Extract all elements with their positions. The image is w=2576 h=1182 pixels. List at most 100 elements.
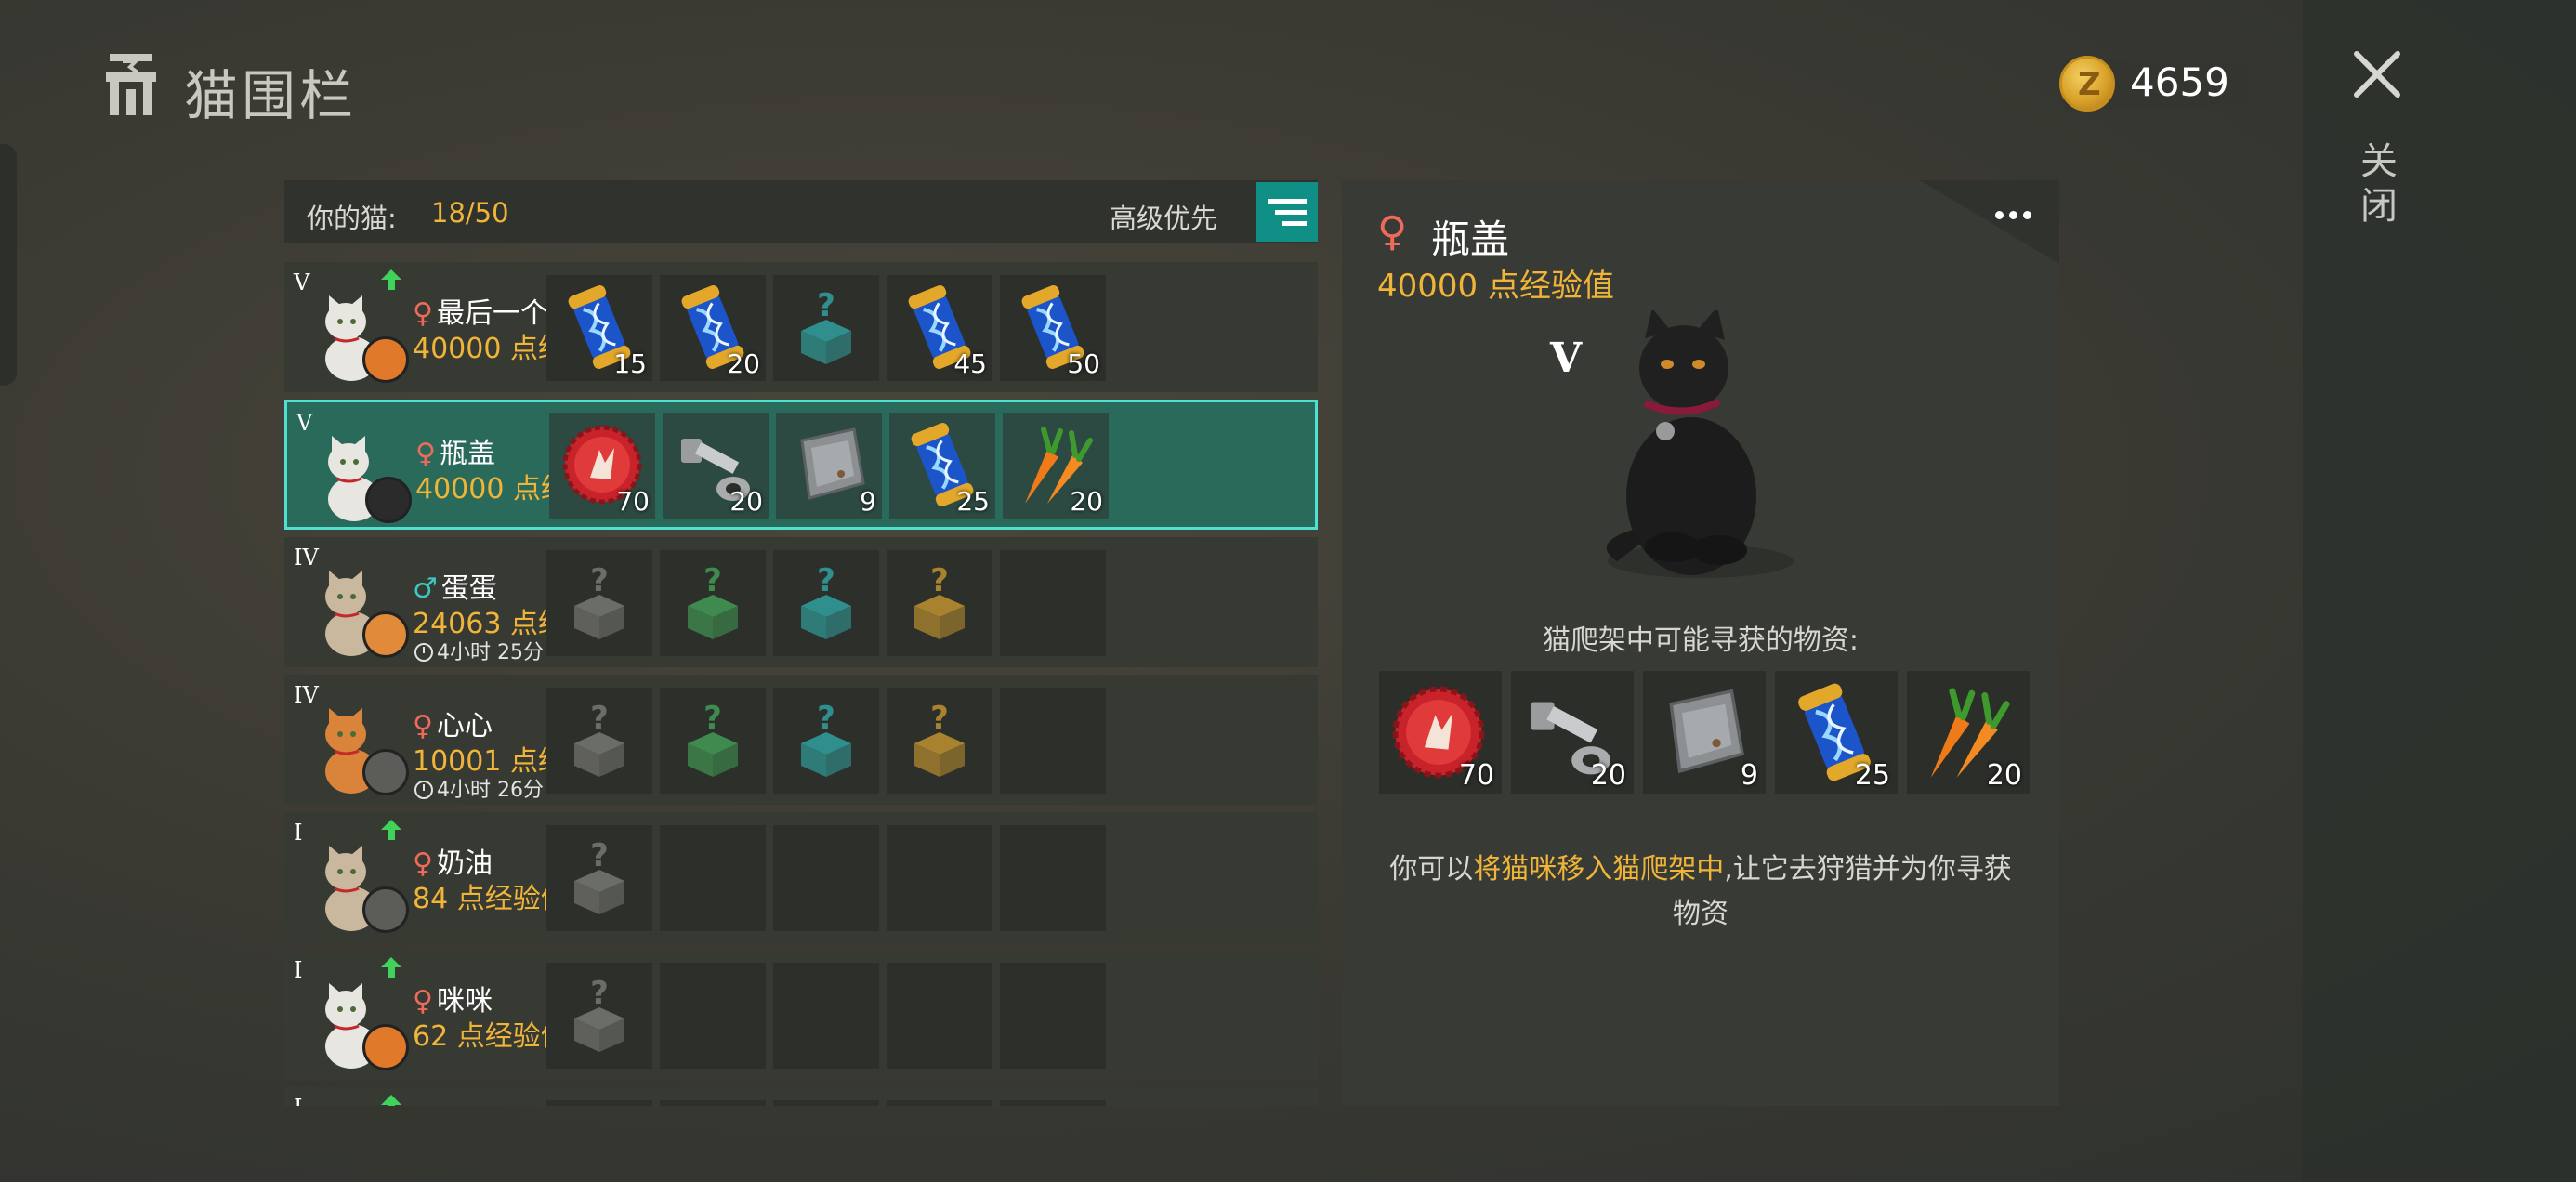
upgrade-arrow-icon <box>381 820 401 840</box>
close-label[interactable]: 关闭 <box>2359 139 2399 229</box>
upgrade-arrow-icon <box>381 269 401 290</box>
trait-badge <box>362 611 409 658</box>
cat-grade: V <box>296 410 313 436</box>
loot-slot[interactable]: ? <box>887 550 992 656</box>
loot-slot[interactable]: 20 <box>660 275 766 381</box>
black-cat-portrait <box>1606 310 1794 578</box>
upgrade-arrow-icon <box>381 1095 401 1106</box>
hunt-timer: 4小时 26分 <box>414 773 544 803</box>
right-side-band <box>2303 0 2576 1182</box>
loot-slot[interactable]: ? <box>546 550 652 656</box>
item-quantity: 70 <box>616 486 650 517</box>
hunt-timer: 4小时 25分 <box>414 636 544 665</box>
svg-text:?: ? <box>590 837 609 874</box>
cat-tower-icon <box>106 54 156 115</box>
cat-row[interactable]: I ♀ 咪咪 62 点经验值? <box>284 950 1318 1080</box>
item-quantity: 9 <box>860 486 876 517</box>
cat-row[interactable]: V ♀ 瓶盖 40000 点经验值 70 20 9 25 20 <box>284 400 1318 530</box>
svg-text:?: ? <box>703 700 722 737</box>
loot-slot <box>887 825 992 931</box>
loot-slot[interactable]: ? <box>773 550 879 656</box>
loot-slot[interactable]: 20 <box>663 413 769 519</box>
hint-text: 你可以将猫咪移入猫爬架中,让它去狩猎并为你寻获物资 <box>1389 853 2012 930</box>
cat-row[interactable]: I <box>284 1087 1318 1106</box>
detail-cat-name: 瓶盖 <box>1431 217 1510 262</box>
loot-slot <box>1000 550 1106 656</box>
sort-button[interactable] <box>1256 182 1318 242</box>
svg-text:?: ? <box>930 562 949 599</box>
loot-slot[interactable]: ? <box>660 688 766 794</box>
item-quantity: 15 <box>613 348 647 379</box>
cat-grade: I <box>294 957 303 983</box>
item-quantity: 20 <box>1590 759 1626 792</box>
loot-slot[interactable]: 45 <box>887 275 992 381</box>
clock-icon <box>414 643 433 662</box>
loot-slot[interactable]: 15 <box>546 275 652 381</box>
item-quantity: 20 <box>1986 759 2022 792</box>
item-quantity: 20 <box>727 348 760 379</box>
loot-slot <box>660 1100 766 1106</box>
item-quantity: 70 <box>1458 759 1494 792</box>
loot-slot <box>1000 1100 1106 1106</box>
left-edge-tab[interactable] <box>0 144 17 386</box>
loot-slot <box>660 963 766 1069</box>
sort-icon <box>1268 199 1307 226</box>
cat-row[interactable]: I ♀ 奶油 84 点经验值? <box>284 812 1318 942</box>
more-options-button[interactable] <box>1992 203 2048 230</box>
loot-slot[interactable]: ? <box>660 550 766 656</box>
loot-slot[interactable]: ? <box>773 275 879 381</box>
loot-caption: 猫爬架中可能寻获的物资: <box>1542 624 1860 657</box>
item-quantity: 20 <box>1070 486 1103 517</box>
loot-slot[interactable]: 20 <box>1003 413 1109 519</box>
loot-slot <box>773 1100 879 1106</box>
coin-icon: Z <box>2059 56 2115 112</box>
loot-slot[interactable]: 70 <box>549 413 655 519</box>
loot-slot <box>1000 825 1106 931</box>
svg-text:?: ? <box>817 700 835 737</box>
possible-loot-slot[interactable]: 20 <box>1907 671 2030 794</box>
possible-loot-slot[interactable]: 20 <box>1511 671 1634 794</box>
trait-badge <box>362 886 409 933</box>
detail-cat-grade: V <box>1550 335 1583 382</box>
loot-slot[interactable]: ? <box>546 688 652 794</box>
currency-amount: 4659 <box>2130 59 2229 105</box>
loot-slot[interactable]: ? <box>546 825 652 931</box>
loot-slot <box>1000 963 1106 1069</box>
cat-xp: 84 点经验值 <box>413 883 569 915</box>
loot-slot <box>1000 688 1106 794</box>
possible-loot-slot[interactable]: 70 <box>1379 671 1502 794</box>
loot-slot[interactable]: ? <box>887 688 992 794</box>
close-icon[interactable] <box>2351 48 2403 100</box>
upgrade-arrow-icon <box>381 957 401 978</box>
female-icon: ♀ <box>1377 208 1408 256</box>
cat-count: 18/50 <box>431 197 509 229</box>
cat-grade: I <box>294 820 303 846</box>
item-quantity: 25 <box>1854 759 1890 792</box>
loot-slot <box>773 963 879 1069</box>
loot-slot[interactable]: ? <box>546 963 652 1069</box>
trait-badge <box>365 477 412 523</box>
loot-slot <box>887 963 992 1069</box>
possible-loot-slot[interactable]: 25 <box>1775 671 1898 794</box>
cat-row[interactable]: IV ♂ 蛋蛋 24063 点经验值 4小时 25分???? <box>284 537 1318 667</box>
loot-slot[interactable]: 25 <box>889 413 995 519</box>
item-quantity: 45 <box>953 348 987 379</box>
loot-slot[interactable]: ? <box>773 688 879 794</box>
loot-slot <box>660 825 766 931</box>
svg-text:?: ? <box>703 562 722 599</box>
sort-label[interactable]: 高级优先 <box>1110 197 1217 236</box>
item-quantity: 25 <box>956 486 990 517</box>
cat-grade: V <box>294 269 310 296</box>
svg-text:?: ? <box>930 700 949 737</box>
loot-slot[interactable]: 50 <box>1000 275 1106 381</box>
possible-loot-slot[interactable]: 9 <box>1643 671 1766 794</box>
cat-row[interactable]: V ♀ 最后一个给我出! 40000 点经验值 15 20? 45 50 <box>284 262 1318 392</box>
cat-list-panel: 你的猫: 18/50 高级优先 V ♀ 最后一个给我出! 40000 点经验值 15 20… <box>284 180 1318 1106</box>
cat-detail-panel: ♀ 瓶盖 40000 点经验值 V 猫爬架中可能寻获的物资: 70 20 9 25 20… <box>1342 180 2059 1106</box>
cat-row[interactable]: IV ♀ 心心 10001 点经验值 4小时 26分???? <box>284 675 1318 805</box>
loot-slot <box>887 1100 992 1106</box>
trait-badge <box>362 336 409 383</box>
cat-count-label: 你的猫: <box>307 203 397 234</box>
loot-slot[interactable]: 9 <box>776 413 882 519</box>
page-title: 猫围栏 <box>184 64 358 127</box>
